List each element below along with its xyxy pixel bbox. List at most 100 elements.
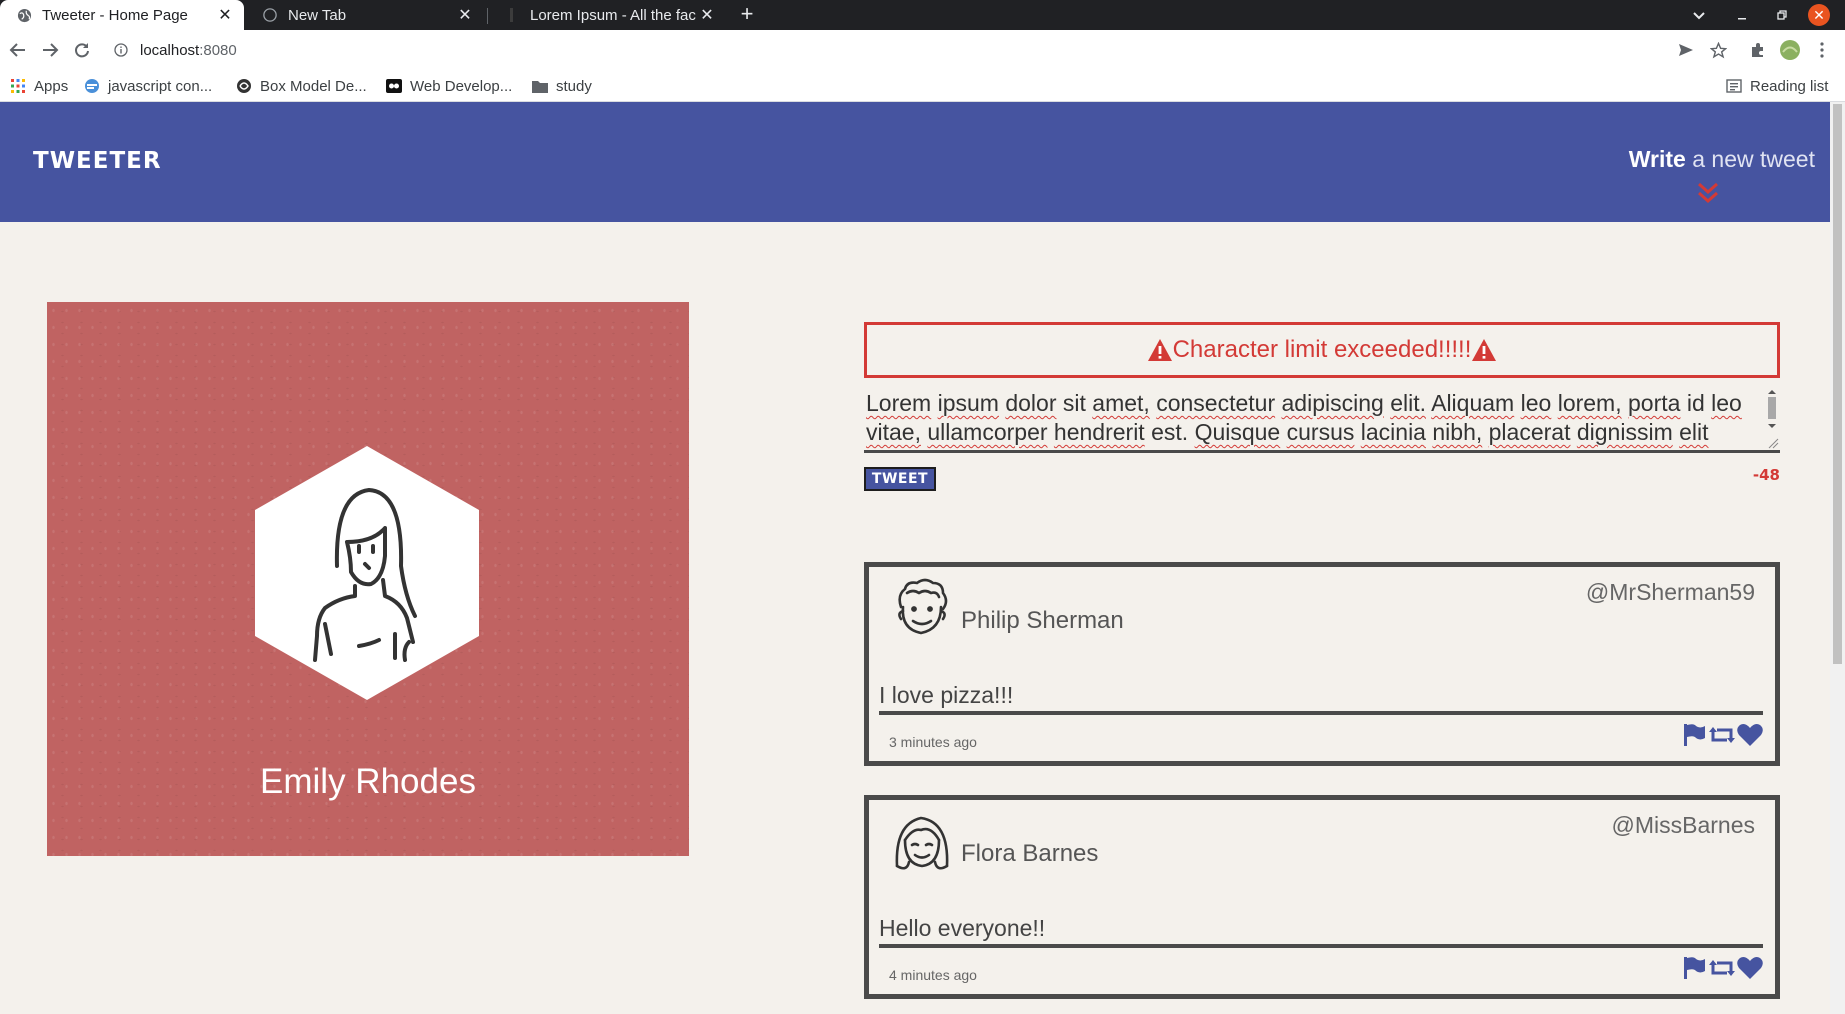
textarea-word: cursus: [1286, 419, 1355, 445]
profile-avatar-icon[interactable]: [1778, 38, 1802, 62]
textarea-word: porta: [1628, 390, 1681, 416]
tweet-content: Hello everyone!!: [879, 915, 1046, 941]
tab-tweeter-home[interactable]: Tweeter - Home Page ✕: [0, 0, 244, 30]
restore-icon[interactable]: [1776, 0, 1788, 30]
tweet-card: Philip Sherman @MrSherman59 I love pizza…: [864, 562, 1780, 766]
bookmark-label: javascript con...: [108, 77, 213, 95]
bookmark-label: study: [556, 77, 592, 95]
tweet-divider: [879, 944, 1763, 948]
site-favicon-icon: [236, 78, 252, 94]
page-viewport: TWEETER Write a new tweet Emily Rhodes C…: [0, 102, 1845, 1014]
warning-icon: [1472, 339, 1497, 361]
bookmark-study-folder[interactable]: study: [532, 70, 592, 102]
tab-search-icon[interactable]: [1692, 0, 1706, 30]
apps-grid-icon: [10, 78, 26, 94]
tab-title: Tweeter - Home Page: [42, 6, 188, 24]
page-scrollbar[interactable]: [1830, 102, 1845, 1014]
site-brand[interactable]: TWEETER: [33, 148, 162, 174]
heart-icon[interactable]: [1737, 955, 1763, 981]
browser-toolbar: localhost:8080: [0, 30, 1845, 70]
bookmark-label: Apps: [34, 77, 69, 95]
tweet-author-handle[interactable]: @MissBarnes: [1612, 812, 1756, 839]
profile-card: Emily Rhodes: [47, 302, 689, 856]
textarea-word: ipsum: [937, 390, 999, 416]
retweet-icon[interactable]: [1709, 955, 1735, 981]
page-scrollbar-thumb[interactable]: [1833, 104, 1842, 664]
tab-new-tab[interactable]: New Tab ✕: [246, 0, 484, 30]
browser-menu-icon[interactable]: [1810, 38, 1834, 62]
url-text: localhost:8080: [140, 42, 237, 59]
tweet-author-handle[interactable]: @MrSherman59: [1586, 579, 1755, 606]
close-tab-icon[interactable]: ✕: [214, 5, 236, 25]
tab-title: Lorem Ipsum - All the facts - Lipsum gen…: [530, 6, 696, 24]
send-to-devices-icon[interactable]: [1674, 38, 1698, 62]
tab-title: New Tab: [288, 6, 347, 24]
heart-icon[interactable]: [1737, 722, 1763, 748]
bookmark-label: Box Model De...: [260, 77, 367, 95]
globe-icon: [16, 7, 32, 23]
reading-list-icon: [1726, 78, 1742, 94]
tweet-timestamp: 3 minutes ago: [889, 734, 977, 750]
tab-lorem-ipsum[interactable]: Lorem Ipsum - All the facts - Lipsum gen…: [488, 0, 726, 30]
textarea-word: leo: [1520, 390, 1552, 416]
bookmark-star-icon[interactable]: [1706, 38, 1730, 62]
compose-rest-text: a new tweet: [1685, 146, 1815, 172]
close-tab-icon[interactable]: ✕: [696, 5, 718, 25]
site-favicon-icon: [386, 78, 402, 94]
warning-icon: [1147, 339, 1172, 361]
textarea-scrollbar[interactable]: [1764, 386, 1780, 450]
profile-avatar: [255, 446, 479, 700]
globe-icon: [262, 7, 278, 23]
bangs-woman-avatar-icon: [895, 816, 949, 870]
url-port: :8080: [199, 41, 237, 59]
bookmark-apps[interactable]: Apps: [10, 70, 68, 102]
textarea-word: placerat: [1488, 419, 1571, 445]
reading-list-label: Reading list: [1750, 77, 1829, 95]
textarea-word: adipiscing: [1281, 390, 1384, 416]
textarea-word: ullamcorper: [927, 419, 1048, 445]
close-window-icon[interactable]: ✕: [1808, 4, 1830, 26]
textarea-word: lacinia: [1360, 419, 1426, 445]
character-limit-error: Character limit exceeded!!!!!: [864, 322, 1780, 378]
tweet-timestamp: 4 minutes ago: [889, 967, 977, 983]
textarea-word: Aliquam: [1431, 390, 1515, 416]
bookmark-web-develop[interactable]: Web Develop...: [386, 70, 512, 102]
textarea-word: id: [1686, 390, 1705, 416]
bookmarks-bar: Apps javascript con... Box Model De... W…: [0, 70, 1845, 102]
error-message: Character limit exceeded!!!!!: [1172, 336, 1472, 363]
flag-icon[interactable]: [1681, 722, 1707, 748]
tweet-submit-button[interactable]: TWEET: [864, 467, 936, 491]
textarea-word: vitae,: [866, 419, 921, 445]
double-chevron-down-icon[interactable]: [1696, 182, 1720, 204]
reading-list-button[interactable]: Reading list: [1726, 70, 1828, 102]
tweet-author-name: Philip Sherman: [961, 607, 1124, 634]
close-tab-icon[interactable]: ✕: [454, 5, 476, 25]
textarea-word: sit: [1062, 390, 1086, 416]
textarea-word: est.: [1151, 419, 1189, 445]
back-icon[interactable]: [6, 38, 30, 62]
textarea-word: consectetur: [1156, 390, 1276, 416]
tweet-actions: [1681, 955, 1763, 981]
minimize-icon[interactable]: [1736, 0, 1748, 30]
textarea-word: lorem,: [1557, 390, 1622, 416]
site-info-icon[interactable]: [114, 43, 132, 57]
flag-icon[interactable]: [1681, 955, 1707, 981]
address-bar[interactable]: localhost:8080: [106, 35, 1726, 65]
tweet-textarea[interactable]: Lorem ipsum dolor sit amet, consectetur …: [864, 385, 1780, 453]
extensions-puzzle-icon[interactable]: [1746, 38, 1770, 62]
textarea-word: nibh,: [1432, 419, 1483, 445]
bookmark-javascript[interactable]: javascript con...: [84, 70, 212, 102]
textarea-word: dolor: [1005, 390, 1057, 416]
tweet-divider: [879, 711, 1763, 715]
forward-icon[interactable]: [38, 38, 62, 62]
textarea-word: leo: [1711, 390, 1742, 416]
new-tab-button[interactable]: +: [735, 0, 759, 30]
write-new-tweet-link[interactable]: Write a new tweet: [1600, 146, 1815, 173]
bookmark-box-model[interactable]: Box Model De...: [236, 70, 367, 102]
reload-icon[interactable]: [70, 38, 94, 62]
bookmark-label: Web Develop...: [410, 77, 513, 95]
site-nav: TWEETER Write a new tweet: [0, 102, 1830, 222]
retweet-icon[interactable]: [1709, 722, 1735, 748]
character-counter: -48: [1752, 466, 1780, 484]
tweet-card: Flora Barnes @MissBarnes Hello everyone!…: [864, 795, 1780, 999]
